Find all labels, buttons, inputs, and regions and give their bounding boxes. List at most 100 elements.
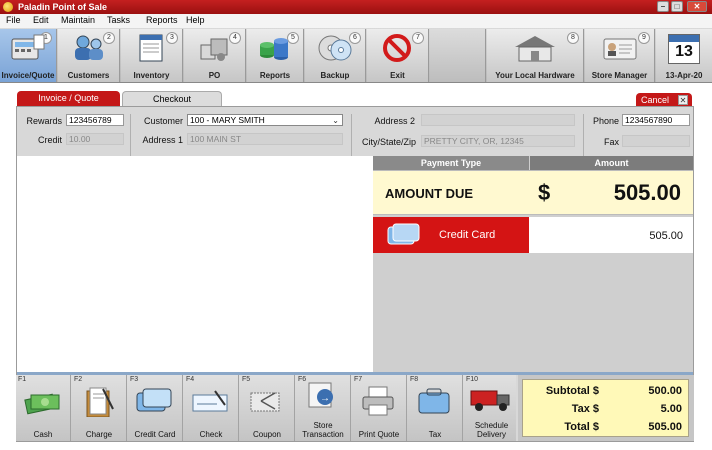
credit-card-icon xyxy=(136,388,172,412)
menu-maintain[interactable]: Maintain xyxy=(61,15,95,25)
tab-invoice-quote[interactable]: Invoice / Quote xyxy=(17,91,120,106)
totals-panel: Subtotal $ 500.00 Tax $ 5.00 Total $ 505… xyxy=(518,375,694,441)
fax-label: Fax xyxy=(603,137,619,147)
customer-select[interactable]: 100 - MARY SMITH ⌄ xyxy=(187,114,343,126)
tax-button[interactable]: F8 Tax xyxy=(408,375,463,441)
toolbar-store-manager[interactable]: 9 Store Manager xyxy=(585,29,655,82)
tender-list xyxy=(17,156,373,372)
function-label: Charge xyxy=(85,430,113,439)
charge-button[interactable]: F2 Charge xyxy=(72,375,127,441)
credit-card-payment-button[interactable]: Credit Card xyxy=(373,217,529,253)
calendar-day: 13 xyxy=(675,43,693,60)
toolbar-spacer xyxy=(430,29,486,82)
menu-tasks[interactable]: Tasks xyxy=(107,15,130,25)
charge-icon xyxy=(86,387,114,417)
toolbar-inventory[interactable]: 3 Inventory xyxy=(121,29,183,82)
payment-type-header: Payment Type xyxy=(373,156,529,170)
calendar-icon: 13 xyxy=(668,34,700,64)
customers-icon xyxy=(74,35,103,60)
phone-label: Phone xyxy=(592,116,619,126)
cash-button[interactable]: F1 Cash xyxy=(16,375,71,441)
toolbar-backup[interactable]: 6 Backup xyxy=(305,29,366,82)
toolbar-exit[interactable]: 7 Exit xyxy=(367,29,429,82)
toolbar-po[interactable]: 4 PO xyxy=(184,29,246,82)
calendar-date: 13-Apr-20 xyxy=(665,71,703,80)
coupon-button[interactable]: F5 Coupon xyxy=(240,375,295,441)
po-icon xyxy=(200,38,227,61)
function-label: Coupon xyxy=(252,430,282,439)
menu-reports[interactable]: Reports xyxy=(146,15,178,25)
cancel-button[interactable]: Cancel ✕ xyxy=(636,93,692,107)
tab-checkout[interactable]: Checkout xyxy=(122,91,222,106)
rewards-field[interactable]: 123456789 xyxy=(66,114,124,126)
close-icon[interactable]: ✕ xyxy=(678,95,688,105)
toolbar-label: Invoice/Quote xyxy=(1,71,55,80)
title-bar: Paladin Point of Sale – □ ✕ xyxy=(0,0,712,14)
cityzip-field: PRETTY CITY, OR, 12345 xyxy=(421,135,575,147)
payment-row[interactable]: Credit Card 505.00 xyxy=(373,217,693,253)
function-label: Tax xyxy=(428,430,442,439)
function-label: Cash xyxy=(33,430,53,439)
payment-amount-value: 505.00 xyxy=(649,230,683,242)
minimize-button[interactable]: – xyxy=(657,1,669,12)
toolbar-label: Backup xyxy=(320,71,350,80)
toolbar-calendar[interactable]: 13 13-Apr-20 xyxy=(656,29,712,82)
subtotal-value: 500.00 xyxy=(648,385,682,397)
toolbar-invoice-quote[interactable]: 1 Invoice/Quote xyxy=(0,29,57,82)
menu-file[interactable]: File xyxy=(6,15,21,25)
toolbar-label: Inventory xyxy=(133,71,170,80)
totals-box: Subtotal $ 500.00 Tax $ 5.00 Total $ 505… xyxy=(522,379,689,437)
function-label: Print Quote xyxy=(358,430,400,439)
tax-icon xyxy=(418,388,450,414)
phone-field[interactable]: 1234567890 xyxy=(622,114,690,126)
credit-card-icon xyxy=(387,223,420,245)
menu-edit[interactable]: Edit xyxy=(33,15,49,25)
print-quote-button[interactable]: F7 Print Quote xyxy=(352,375,407,441)
address1-label: Address 1 xyxy=(142,135,183,145)
payment-method-label: Credit Card xyxy=(439,229,496,241)
check-button[interactable]: F4 Check xyxy=(184,375,239,441)
divider xyxy=(351,114,352,158)
menu-help[interactable]: Help xyxy=(186,15,205,25)
toolbar-reports[interactable]: 5 Reports xyxy=(247,29,304,82)
toolbar-label: PO xyxy=(208,71,221,80)
toolbar-label: Reports xyxy=(259,71,291,80)
invoice-icon xyxy=(11,34,45,60)
divider xyxy=(583,114,584,158)
amount-due-value: 505.00 xyxy=(613,180,681,205)
fax-field xyxy=(622,135,690,147)
total-label: Total $ xyxy=(564,421,599,433)
credit-card-button[interactable]: F3 Credit Card xyxy=(128,375,183,441)
total-value: 505.00 xyxy=(648,421,682,433)
function-key: F8 xyxy=(410,376,419,383)
address2-label: Address 2 xyxy=(374,116,415,126)
tax-label: Tax $ xyxy=(571,403,599,415)
exit-icon xyxy=(382,34,411,62)
main-toolbar: 1 Invoice/Quote 2 Customers 3 Inventory … xyxy=(0,28,712,83)
schedule-delivery-button[interactable]: F10 Schedule Delivery xyxy=(464,375,519,441)
function-label: Store Transaction xyxy=(302,421,344,439)
customer-value: 100 - MARY SMITH xyxy=(190,115,265,125)
toolbar-label: Customers xyxy=(67,71,110,80)
toolbar-your-local-hardware[interactable]: 8 Your Local Hardware xyxy=(487,29,584,82)
window-title: Paladin Point of Sale xyxy=(18,2,108,12)
store-icon xyxy=(515,36,555,62)
address1-field: 100 MAIN ST xyxy=(187,133,343,145)
store-transaction-button[interactable]: F6 → Store Transaction xyxy=(296,375,351,441)
manager-icon xyxy=(603,38,636,60)
chevron-down-icon[interactable]: ⌄ xyxy=(332,115,339,126)
toolbar-customers[interactable]: 2 Customers xyxy=(58,29,120,82)
cityzip-label: City/State/Zip xyxy=(361,137,416,147)
currency-symbol: $ xyxy=(538,180,551,205)
function-key: F5 xyxy=(242,376,251,383)
close-window-button[interactable]: ✕ xyxy=(687,1,707,12)
cash-icon xyxy=(24,393,60,415)
paladin-logo-icon xyxy=(3,2,13,12)
amount-due-label: AMOUNT DUE xyxy=(385,186,474,201)
function-key: F7 xyxy=(354,376,363,383)
function-key: F10 xyxy=(466,376,479,383)
divider xyxy=(130,114,131,158)
amount-header: Amount xyxy=(530,156,693,170)
maximize-button[interactable]: □ xyxy=(671,1,683,12)
function-key: F1 xyxy=(18,376,27,383)
